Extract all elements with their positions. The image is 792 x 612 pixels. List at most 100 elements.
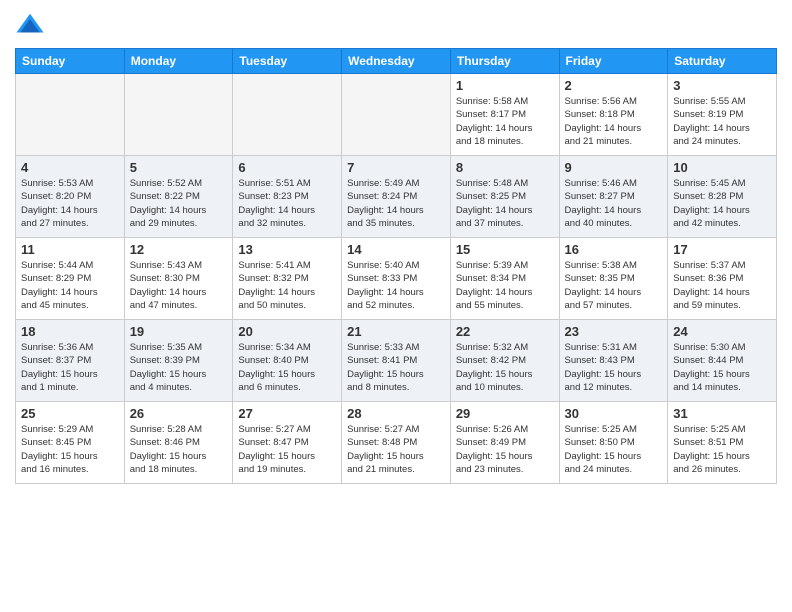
page: SundayMondayTuesdayWednesdayThursdayFrid… <box>0 0 792 612</box>
day-cell: 16Sunrise: 5:38 AM Sunset: 8:35 PM Dayli… <box>559 238 668 320</box>
day-info: Sunrise: 5:58 AM Sunset: 8:17 PM Dayligh… <box>456 95 554 148</box>
day-cell: 13 Sunrise: 5:41 AM Sunset: 8:32 PM Dayli… <box>233 238 342 320</box>
day-cell: 7 Sunrise: 5:49 AM Sunset: 8:24 PM Daylig… <box>342 156 451 238</box>
day-number: 28 <box>347 406 445 421</box>
day-info: Sunrise: 5:41 AM Sunset: 8:32 PM Dayligh… <box>238 259 336 312</box>
day-header-saturday: Saturday <box>668 49 777 74</box>
day-header-friday: Friday <box>559 49 668 74</box>
day-cell <box>16 74 125 156</box>
day-info: Sunrise: 5:25 AM Sunset: 8:50 PM Dayligh… <box>565 423 663 476</box>
day-number: 31 <box>673 406 771 421</box>
day-info: Sunrise: 5:51 AM Sunset: 8:23 PM Dayligh… <box>238 177 336 230</box>
day-info: Sunrise: 5:45 AM Sunset: 8:28 PM Dayligh… <box>673 177 771 230</box>
day-cell: 6 Sunrise: 5:51 AM Sunset: 8:23 PM Daylig… <box>233 156 342 238</box>
day-cell: 21Sunrise: 5:33 AM Sunset: 8:41 PM Dayli… <box>342 320 451 402</box>
day-number: 12 <box>130 242 228 257</box>
day-cell: 20 Sunrise: 5:34 AM Sunset: 8:40 PM Dayli… <box>233 320 342 402</box>
day-cell: 28 Sunrise: 5:27 AM Sunset: 8:48 PM Dayli… <box>342 402 451 484</box>
day-info: Sunrise: 5:53 AM Sunset: 8:20 PM Dayligh… <box>21 177 119 230</box>
day-cell: 19 Sunrise: 5:35 AM Sunset: 8:39 PM Dayli… <box>124 320 233 402</box>
day-header-wednesday: Wednesday <box>342 49 451 74</box>
day-cell: 4 Sunrise: 5:53 AM Sunset: 8:20 PM Daylig… <box>16 156 125 238</box>
day-cell: 8 Sunrise: 5:48 AM Sunset: 8:25 PM Daylig… <box>450 156 559 238</box>
day-cell: 22 Sunrise: 5:32 AM Sunset: 8:42 PM Dayli… <box>450 320 559 402</box>
day-number: 1 <box>456 78 554 93</box>
day-header-monday: Monday <box>124 49 233 74</box>
day-info: Sunrise: 5:43 AM Sunset: 8:30 PM Dayligh… <box>130 259 228 312</box>
day-info: Sunrise: 5:37 AM Sunset: 8:36 PM Dayligh… <box>673 259 771 312</box>
day-info: Sunrise: 5:39 AM Sunset: 8:34 PM Dayligh… <box>456 259 554 312</box>
day-info: Sunrise: 5:25 AM Sunset: 8:51 PM Dayligh… <box>673 423 771 476</box>
day-cell: 26Sunrise: 5:28 AM Sunset: 8:46 PM Dayli… <box>124 402 233 484</box>
week-row-5: 25 Sunrise: 5:29 AM Sunset: 8:45 PM Dayli… <box>16 402 777 484</box>
day-number: 25 <box>21 406 119 421</box>
calendar-body: 1 Sunrise: 5:58 AM Sunset: 8:17 PM Daylig… <box>16 74 777 484</box>
day-info: Sunrise: 5:30 AM Sunset: 8:44 PM Dayligh… <box>673 341 771 394</box>
day-info: Sunrise: 5:29 AM Sunset: 8:45 PM Dayligh… <box>21 423 119 476</box>
day-number: 27 <box>238 406 336 421</box>
day-number: 21 <box>347 324 445 339</box>
day-info: Sunrise: 5:44 AM Sunset: 8:29 PM Dayligh… <box>21 259 119 312</box>
week-row-2: 4 Sunrise: 5:53 AM Sunset: 8:20 PM Daylig… <box>16 156 777 238</box>
day-number: 20 <box>238 324 336 339</box>
day-cell: 25 Sunrise: 5:29 AM Sunset: 8:45 PM Dayli… <box>16 402 125 484</box>
day-cell: 29 Sunrise: 5:26 AM Sunset: 8:49 PM Dayli… <box>450 402 559 484</box>
day-number: 13 <box>238 242 336 257</box>
day-cell: 27 Sunrise: 5:27 AM Sunset: 8:47 PM Dayli… <box>233 402 342 484</box>
day-number: 4 <box>21 160 119 175</box>
day-cell: 12 Sunrise: 5:43 AM Sunset: 8:30 PM Dayli… <box>124 238 233 320</box>
day-number: 9 <box>565 160 663 175</box>
day-info: Sunrise: 5:27 AM Sunset: 8:47 PM Dayligh… <box>238 423 336 476</box>
day-cell <box>124 74 233 156</box>
day-number: 24 <box>673 324 771 339</box>
day-cell: 2Sunrise: 5:56 AM Sunset: 8:18 PM Daylig… <box>559 74 668 156</box>
day-info: Sunrise: 5:55 AM Sunset: 8:19 PM Dayligh… <box>673 95 771 148</box>
week-row-1: 1 Sunrise: 5:58 AM Sunset: 8:17 PM Daylig… <box>16 74 777 156</box>
day-cell: 17 Sunrise: 5:37 AM Sunset: 8:36 PM Dayli… <box>668 238 777 320</box>
day-header-thursday: Thursday <box>450 49 559 74</box>
day-cell: 11 Sunrise: 5:44 AM Sunset: 8:29 PM Dayli… <box>16 238 125 320</box>
day-number: 7 <box>347 160 445 175</box>
day-cell: 14Sunrise: 5:40 AM Sunset: 8:33 PM Dayli… <box>342 238 451 320</box>
day-number: 11 <box>21 242 119 257</box>
day-cell: 18Sunrise: 5:36 AM Sunset: 8:37 PM Dayli… <box>16 320 125 402</box>
day-info: Sunrise: 5:46 AM Sunset: 8:27 PM Dayligh… <box>565 177 663 230</box>
day-number: 26 <box>130 406 228 421</box>
week-row-4: 18Sunrise: 5:36 AM Sunset: 8:37 PM Dayli… <box>16 320 777 402</box>
day-number: 19 <box>130 324 228 339</box>
day-number: 22 <box>456 324 554 339</box>
day-info: Sunrise: 5:40 AM Sunset: 8:33 PM Dayligh… <box>347 259 445 312</box>
day-info: Sunrise: 5:38 AM Sunset: 8:35 PM Dayligh… <box>565 259 663 312</box>
day-cell <box>233 74 342 156</box>
day-info: Sunrise: 5:48 AM Sunset: 8:25 PM Dayligh… <box>456 177 554 230</box>
day-info: Sunrise: 5:49 AM Sunset: 8:24 PM Dayligh… <box>347 177 445 230</box>
logo <box>15 10 49 40</box>
day-header-tuesday: Tuesday <box>233 49 342 74</box>
day-info: Sunrise: 5:34 AM Sunset: 8:40 PM Dayligh… <box>238 341 336 394</box>
day-info: Sunrise: 5:26 AM Sunset: 8:49 PM Dayligh… <box>456 423 554 476</box>
day-info: Sunrise: 5:31 AM Sunset: 8:43 PM Dayligh… <box>565 341 663 394</box>
day-info: Sunrise: 5:56 AM Sunset: 8:18 PM Dayligh… <box>565 95 663 148</box>
day-info: Sunrise: 5:27 AM Sunset: 8:48 PM Dayligh… <box>347 423 445 476</box>
day-cell: 31 Sunrise: 5:25 AM Sunset: 8:51 PM Dayli… <box>668 402 777 484</box>
day-info: Sunrise: 5:52 AM Sunset: 8:22 PM Dayligh… <box>130 177 228 230</box>
day-cell: 15Sunrise: 5:39 AM Sunset: 8:34 PM Dayli… <box>450 238 559 320</box>
day-number: 8 <box>456 160 554 175</box>
week-row-3: 11 Sunrise: 5:44 AM Sunset: 8:29 PM Dayli… <box>16 238 777 320</box>
day-info: Sunrise: 5:32 AM Sunset: 8:42 PM Dayligh… <box>456 341 554 394</box>
day-cell: 24 Sunrise: 5:30 AM Sunset: 8:44 PM Dayli… <box>668 320 777 402</box>
day-header-sunday: Sunday <box>16 49 125 74</box>
day-cell: 3 Sunrise: 5:55 AM Sunset: 8:19 PM Daylig… <box>668 74 777 156</box>
day-number: 6 <box>238 160 336 175</box>
day-number: 10 <box>673 160 771 175</box>
day-number: 23 <box>565 324 663 339</box>
day-info: Sunrise: 5:35 AM Sunset: 8:39 PM Dayligh… <box>130 341 228 394</box>
day-cell: 5 Sunrise: 5:52 AM Sunset: 8:22 PM Daylig… <box>124 156 233 238</box>
day-number: 29 <box>456 406 554 421</box>
day-headers-row: SundayMondayTuesdayWednesdayThursdayFrid… <box>16 49 777 74</box>
day-number: 17 <box>673 242 771 257</box>
day-number: 3 <box>673 78 771 93</box>
day-number: 5 <box>130 160 228 175</box>
day-cell: 9 Sunrise: 5:46 AM Sunset: 8:27 PM Daylig… <box>559 156 668 238</box>
calendar-header: SundayMondayTuesdayWednesdayThursdayFrid… <box>16 49 777 74</box>
